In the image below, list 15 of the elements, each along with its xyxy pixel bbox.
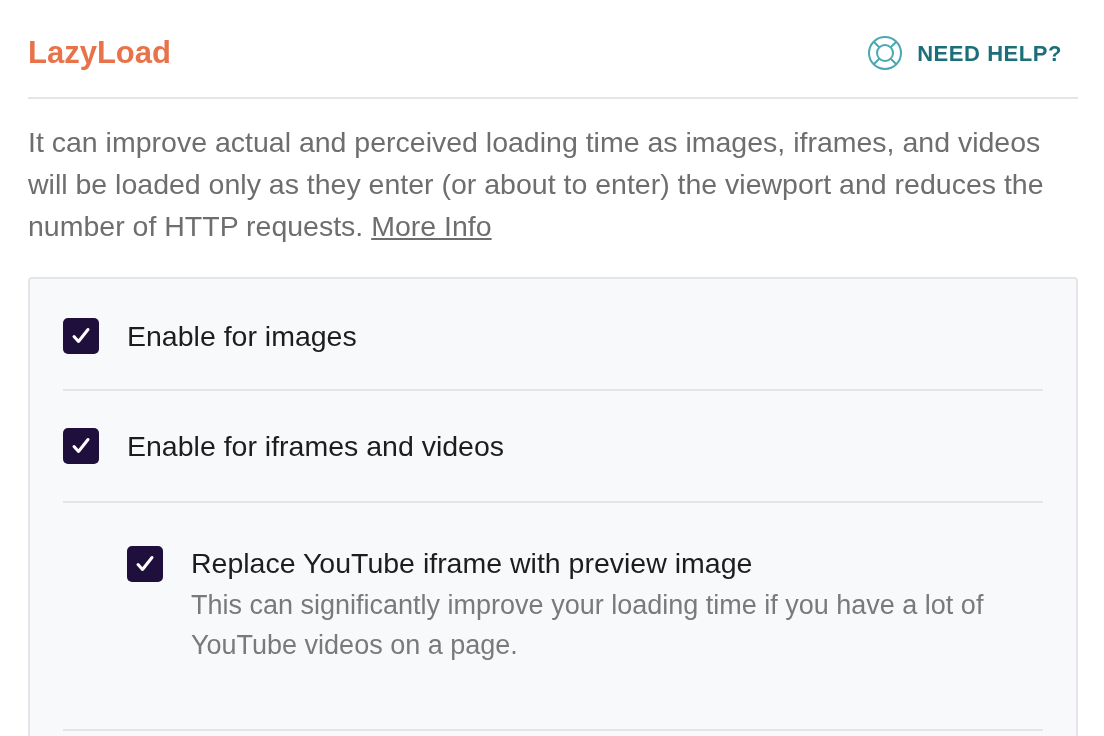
- description-text: It can improve actual and perceived loading time as images, iframes, and videos will be loaded only as they enter (or about to enter) the viewport and reduces the number of HTTP requests. More Info: [28, 124, 1045, 244]
- checkbox[interactable]: [127, 545, 163, 582]
- section-title: LazyLoad: [28, 34, 171, 72]
- option-label: Enable for iframes and videos: [127, 428, 505, 464]
- option-description: This can significantly improve your loading time if you have a lot of YouTube videos on a page.: [191, 588, 985, 662]
- option-label: Enable for images: [127, 318, 357, 354]
- checkmark-icon: [71, 435, 91, 456]
- lifebuoy-icon: [867, 35, 904, 72]
- checkmark-icon: [71, 325, 91, 346]
- need-help-link[interactable]: NEED HELP?: [867, 35, 1062, 72]
- checkbox[interactable]: [63, 427, 99, 464]
- checkmark-icon: [135, 553, 155, 574]
- option-label: Replace YouTube iframe with preview image: [191, 545, 754, 581]
- more-info-link[interactable]: More Info: [371, 209, 492, 242]
- checkbox[interactable]: [63, 317, 99, 354]
